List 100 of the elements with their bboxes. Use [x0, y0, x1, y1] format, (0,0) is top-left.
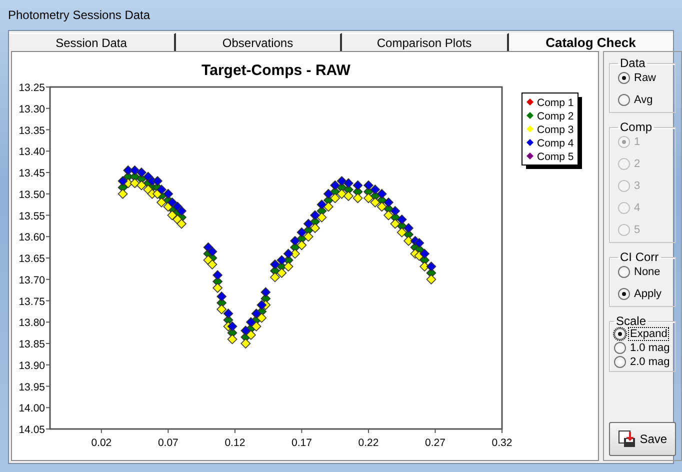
data-point [336, 188, 347, 199]
data-point [276, 268, 287, 278]
tab[interactable]: Observations [176, 33, 342, 51]
radio-option[interactable]: Apply [618, 288, 667, 300]
data-point [167, 210, 178, 220]
data-point [303, 218, 314, 229]
data-point [403, 223, 414, 234]
data-point [323, 188, 334, 199]
y-tick-label: 13.95 [18, 381, 45, 394]
data-point [260, 287, 271, 298]
data-point [216, 304, 227, 314]
tab[interactable]: Comparison Plots [342, 33, 508, 51]
radio-option[interactable]: 1.0 mag [614, 342, 671, 354]
radio-button[interactable] [618, 288, 630, 300]
radio-button[interactable] [618, 72, 630, 84]
data-point [176, 218, 187, 229]
radio-button[interactable] [618, 94, 630, 106]
data-point [330, 193, 340, 204]
data-point [383, 197, 394, 208]
radio-label: 2 [633, 158, 642, 170]
tab[interactable]: Catalog Check [508, 33, 673, 51]
data-point [152, 176, 163, 186]
y-tick-label: 14.00 [18, 402, 45, 415]
data-point [330, 180, 340, 190]
radio-label: Avg [633, 94, 654, 106]
data-point [310, 223, 320, 234]
data-point [207, 246, 218, 257]
data-point [336, 176, 347, 186]
data-point [246, 330, 256, 340]
radio-label: 1.0 mag [629, 342, 671, 354]
x-tick-label: 0.07 [158, 437, 178, 449]
data-point [363, 180, 374, 190]
radio-button[interactable] [614, 328, 626, 340]
data-point [316, 212, 327, 222]
y-tick-label: 13.45 [18, 168, 45, 180]
radio-option[interactable]: 2.0 mag [614, 356, 671, 368]
y-tick-label: 13.55 [18, 210, 45, 222]
y-tick-label: 13.80 [18, 317, 45, 330]
data-point [296, 240, 307, 250]
radio-label: None [633, 266, 662, 278]
x-tick-label: 0.32 [492, 437, 512, 449]
data-point [352, 193, 363, 204]
legend-label: Comp 3 [537, 124, 574, 136]
legend-label: Comp 4 [537, 138, 574, 150]
x-tick-label: 0.27 [425, 437, 446, 449]
group-title: Scale [615, 314, 648, 328]
save-button[interactable]: Save [609, 422, 676, 456]
radio-option[interactable]: None [618, 266, 667, 278]
data-point [216, 291, 227, 302]
data-point [383, 210, 394, 220]
data-point [207, 259, 218, 270]
data-point [376, 188, 387, 199]
data-point [419, 261, 430, 272]
radio-button[interactable] [614, 342, 626, 354]
radio-button[interactable] [614, 356, 626, 368]
radio-label: Raw [633, 72, 658, 84]
data-point [240, 338, 251, 349]
data-point [136, 167, 147, 178]
radio-label: Apply [633, 288, 663, 300]
y-tick-label: 13.35 [18, 124, 45, 137]
radio-option[interactable]: Expand [614, 328, 671, 340]
data-point [130, 165, 140, 176]
radio-button[interactable] [618, 266, 630, 278]
chart-title: Target-Comps - RAW [202, 62, 350, 79]
data-point [256, 300, 267, 310]
group-title: Comp [619, 120, 654, 134]
data-point [270, 272, 280, 282]
legend-label: Comp 2 [537, 110, 574, 122]
data-point [123, 165, 134, 176]
radio-label: 4 [633, 202, 642, 214]
data-point [363, 193, 374, 204]
group-title: Data [619, 56, 646, 70]
y-tick-label: 13.50 [18, 188, 45, 201]
radio-label: 2.0 mag [629, 356, 671, 368]
x-tick-label: 0.02 [91, 437, 112, 449]
radio-label: Expand [629, 328, 668, 340]
data-point [396, 227, 407, 238]
data-point [136, 180, 147, 190]
data-point [390, 218, 400, 229]
data-point [227, 334, 238, 344]
y-tick-label: 13.65 [18, 253, 45, 265]
radio-label: 1 [633, 136, 642, 148]
data-point [163, 188, 174, 199]
window-title: Photometry Sessions Data [8, 8, 150, 22]
y-tick-label: 13.30 [18, 103, 45, 116]
y-tick-label: 14.05 [18, 424, 45, 436]
y-tick-label: 13.75 [18, 296, 45, 308]
tab[interactable]: Session Data [9, 33, 176, 51]
radio-option[interactable]: Avg [618, 94, 667, 106]
x-tick-label: 0.17 [291, 437, 312, 449]
data-point [212, 270, 223, 280]
radio-label: 3 [633, 180, 642, 192]
group-title: CI Corr [619, 250, 660, 264]
data-point [240, 326, 251, 336]
data-point [227, 321, 238, 332]
data-point [426, 261, 436, 272]
data-point [370, 184, 380, 195]
data-point [212, 282, 223, 293]
radio-option[interactable]: Raw [618, 72, 667, 84]
legend-label: Comp 1 [537, 97, 574, 109]
